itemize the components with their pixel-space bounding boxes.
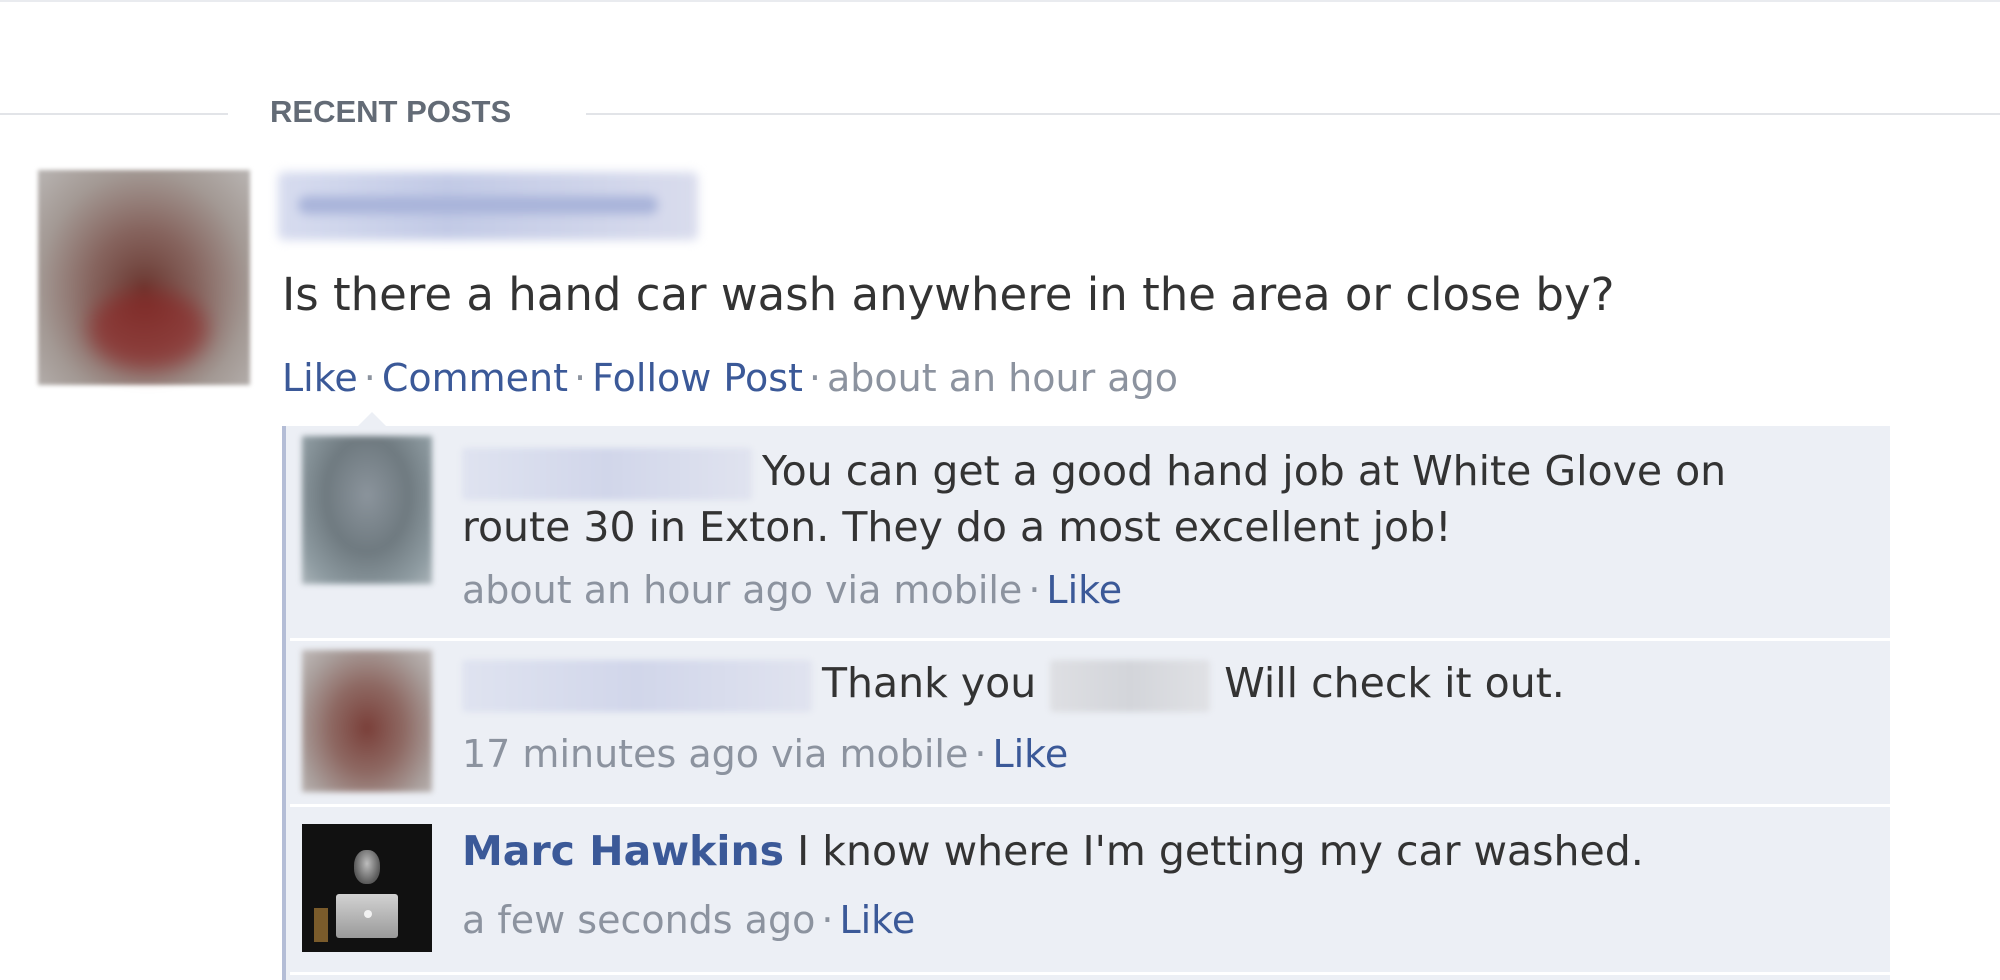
post-timestamp: about an hour ago xyxy=(827,356,1178,400)
separator: · xyxy=(574,356,587,400)
post-actions: Like · Comment · Follow Post · about an hour a… xyxy=(282,356,1178,400)
comment-like-link[interactable]: Like xyxy=(992,732,1068,776)
separator: · xyxy=(1028,568,1041,612)
comment-like-link[interactable]: Like xyxy=(839,898,915,942)
comment-body: You can get a good hand job at White Glo… xyxy=(462,447,1727,551)
comment-timestamp: a few seconds ago xyxy=(462,898,816,942)
separator: · xyxy=(363,356,376,400)
comment-avatar[interactable] xyxy=(302,436,432,584)
separator: · xyxy=(974,732,987,776)
comment-divider xyxy=(290,972,1890,975)
person-icon xyxy=(354,850,380,884)
divider-right xyxy=(586,113,2000,115)
commenter-name-redacted[interactable] xyxy=(462,660,812,712)
comment-body: Marc Hawkins I know where I'm getting my… xyxy=(462,827,1644,875)
commenter-name-redacted[interactable] xyxy=(462,448,752,500)
post-author-name-redacted[interactable] xyxy=(278,172,698,240)
comment-timestamp: about an hour ago via mobile xyxy=(462,568,1023,612)
comment-divider xyxy=(290,638,1890,641)
separator: · xyxy=(821,898,834,942)
comment-meta: 17 minutes ago via mobile · Like xyxy=(462,732,1068,776)
post-like-link[interactable]: Like xyxy=(282,356,358,400)
comment-avatar[interactable] xyxy=(302,650,432,792)
section-title: RECENT POSTS xyxy=(270,94,512,129)
comments-pointer xyxy=(358,412,386,426)
follow-post-link[interactable]: Follow Post xyxy=(592,356,803,400)
divider-left xyxy=(0,113,228,115)
comment-meta: a few seconds ago · Like xyxy=(462,898,915,942)
comment-timestamp: 17 minutes ago via mobile xyxy=(462,732,969,776)
comment-meta: about an hour ago via mobile · Like xyxy=(462,568,1122,612)
comment-divider xyxy=(290,804,1890,807)
background-object xyxy=(314,908,328,942)
mentioned-name-redacted xyxy=(1050,660,1211,712)
post-text: Is there a hand car wash anywhere in the… xyxy=(282,268,1615,321)
comment-body: Thank you Will check it out. xyxy=(462,656,1565,712)
commenter-name[interactable]: Marc Hawkins xyxy=(462,827,784,875)
comment-avatar[interactable] xyxy=(302,824,432,952)
apple-logo-icon xyxy=(364,910,372,918)
comments-list: You can get a good hand job at White Glo… xyxy=(282,426,1890,980)
post-comment-link[interactable]: Comment xyxy=(382,356,568,400)
top-border xyxy=(0,0,2000,2)
comment-like-link[interactable]: Like xyxy=(1046,568,1122,612)
separator: · xyxy=(808,356,822,400)
recent-posts-header: RECENT POSTS xyxy=(0,84,2000,144)
post-author-avatar[interactable] xyxy=(38,170,250,385)
